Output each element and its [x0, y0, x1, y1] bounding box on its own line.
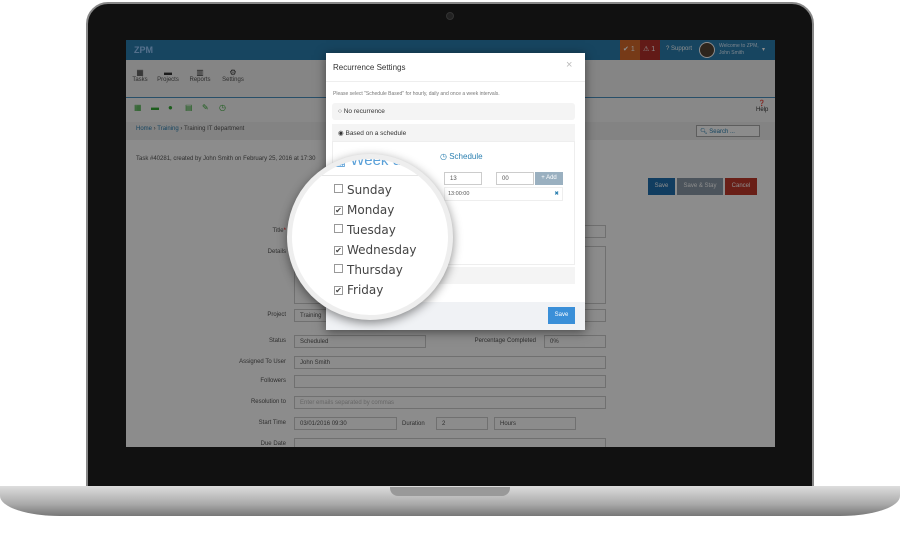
day-checkbox-tuesday[interactable]: Tuesday [334, 223, 396, 237]
day-label: Tuesday [347, 223, 396, 237]
day-label: Monday [347, 203, 395, 217]
add-time-button[interactable]: + Add [535, 172, 563, 185]
day-label: Friday [347, 283, 384, 297]
checkbox[interactable] [334, 264, 343, 273]
checkbox[interactable]: ✔ [334, 246, 343, 255]
day-label: Wednesday [347, 243, 417, 257]
day-checkbox-sunday[interactable]: Sunday [334, 183, 392, 197]
remove-icon[interactable]: ✖ [554, 191, 559, 197]
no-recurrence-radio[interactable]: ○ No recurrence [332, 103, 575, 120]
magnifier-overlay: ▦ Week days Sunday ✔ Monday Tuesday ✔ Wednesd… [287, 154, 453, 320]
day-checkbox-monday[interactable]: ✔ Monday [334, 203, 394, 217]
close-icon[interactable]: × [566, 59, 572, 71]
modal-title: Recurrence Settings [333, 63, 406, 72]
day-label: Sunday [347, 183, 392, 197]
day-checkbox-thursday[interactable]: Thursday [334, 263, 403, 277]
checkbox[interactable]: ✔ [334, 286, 343, 295]
checkbox[interactable]: ✔ [334, 206, 343, 215]
time-entry: 13:00:00 ✖ [444, 187, 563, 201]
hour-select[interactable]: 13 [444, 172, 482, 185]
laptop-notch [390, 487, 510, 496]
modal-hint: Please select "Schedule Based" for hourl… [333, 91, 500, 97]
day-checkbox-friday[interactable]: ✔ Friday [334, 283, 383, 297]
schedule-radio[interactable]: ◉ Based on a schedule [332, 124, 575, 141]
minute-select[interactable]: 00 [496, 172, 534, 185]
day-label: Thursday [347, 263, 403, 277]
checkbox[interactable] [334, 184, 343, 193]
webcam [446, 12, 454, 20]
schedule-tab[interactable]: ◷ Schedule [440, 152, 483, 161]
day-checkbox-wednesday[interactable]: ✔ Wednesday [334, 243, 416, 257]
modal-save-button[interactable]: Save [548, 307, 575, 324]
checkbox[interactable] [334, 224, 343, 233]
